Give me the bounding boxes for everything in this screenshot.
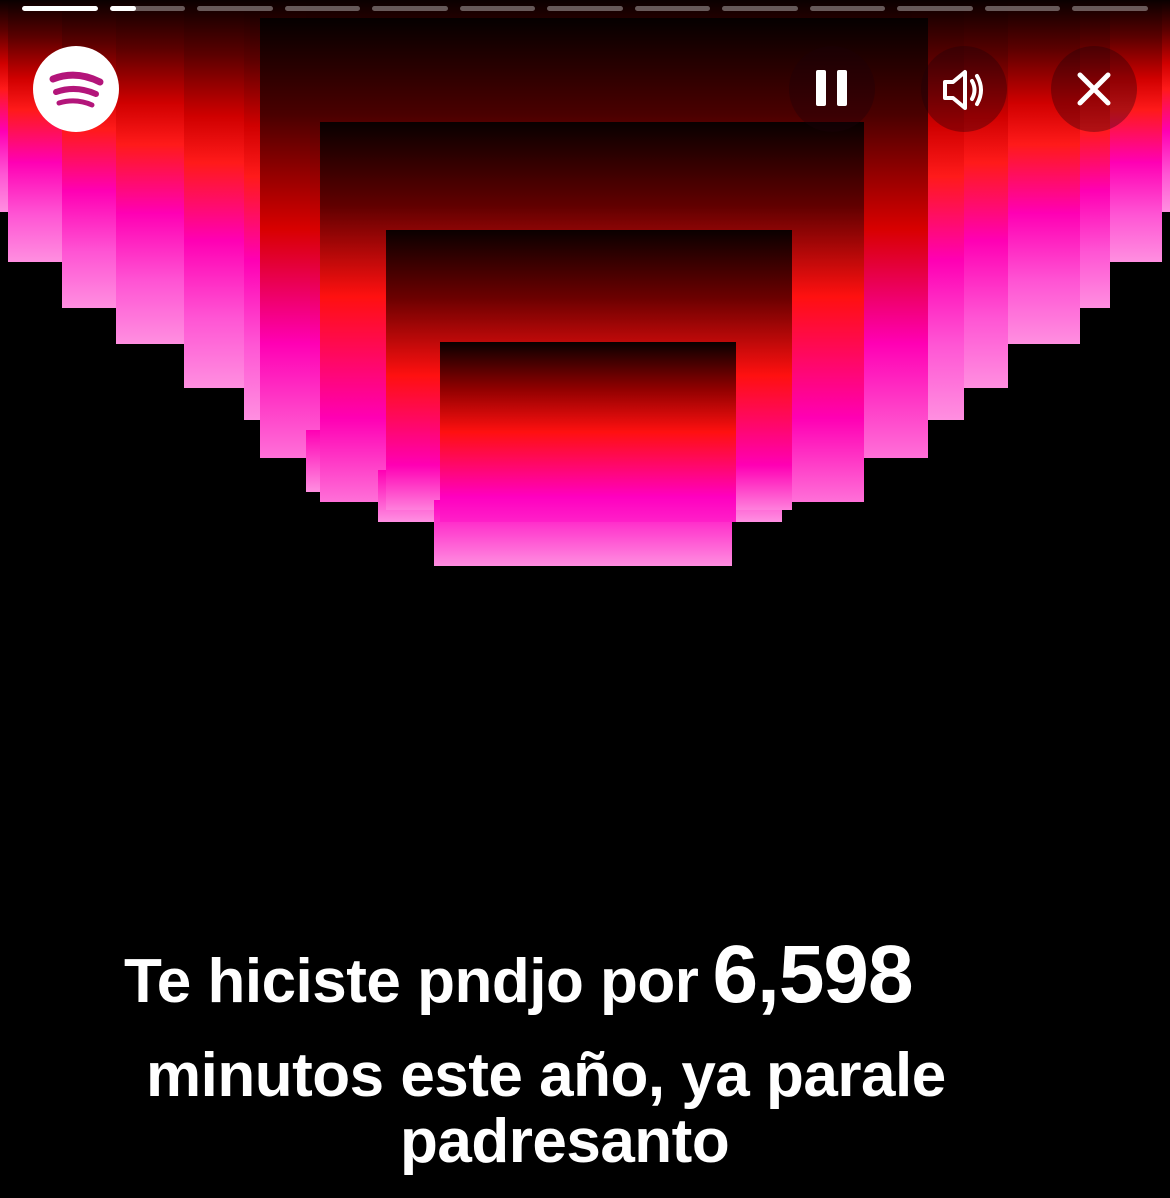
story-progress-segment: [372, 6, 448, 11]
story-progress-segment: [984, 6, 1061, 11]
story-progress-segment: [22, 6, 98, 11]
story-progress-segment: [809, 6, 886, 11]
caption-line-2: minutos este año, ya parale: [146, 1041, 946, 1110]
sound-button[interactable]: [921, 46, 1007, 132]
spotify-logo-icon: [33, 46, 119, 132]
story-progress-fill: [22, 6, 98, 11]
story-progress-fill: [109, 6, 136, 11]
story-progress-segment: [634, 6, 711, 11]
story-progress-segment: [1072, 6, 1148, 11]
story-progress-segment: [197, 6, 273, 11]
story-progress-bar: [22, 6, 1148, 11]
story-progress-segment: [897, 6, 973, 11]
story-progress-segment: [459, 6, 536, 11]
story-progress-segment: [284, 6, 361, 11]
story-progress-segment: [109, 6, 186, 11]
pause-icon: [816, 70, 847, 106]
close-button[interactable]: [1051, 46, 1137, 132]
story-progress-segment: [722, 6, 798, 11]
caption-line-1: Te hiciste pndjo por 6,598: [124, 928, 914, 1022]
caption-text-1: Te hiciste pndjo por: [124, 947, 699, 1016]
pause-button[interactable]: [789, 46, 875, 132]
minutes-count: 6,598: [712, 929, 913, 1020]
story-screen: Te hiciste pndjo por 6,598 minutos este a…: [0, 0, 1170, 1198]
story-progress-segment: [547, 6, 623, 11]
caption-line-3: padresanto: [400, 1107, 730, 1176]
speaker-icon: [943, 70, 983, 110]
artwork-step: [440, 342, 736, 522]
close-icon: [1077, 72, 1111, 106]
